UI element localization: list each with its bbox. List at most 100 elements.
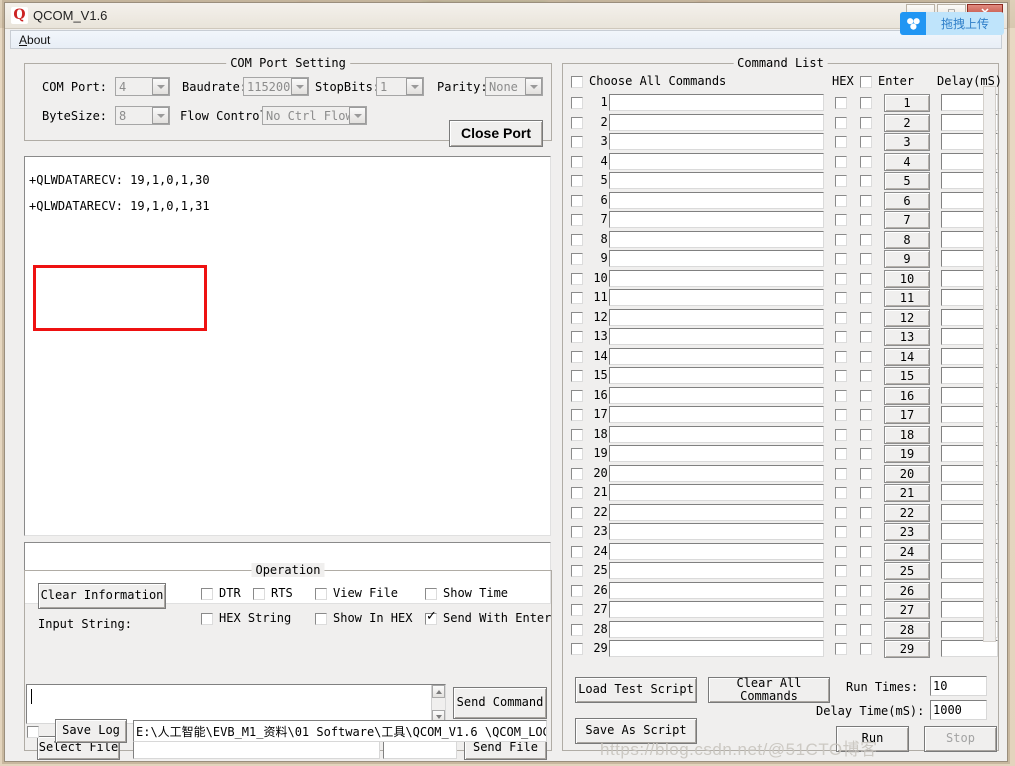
command-send-button[interactable]: 3 [884,133,930,151]
command-input[interactable] [609,94,824,111]
command-hex-checkbox[interactable] [835,233,847,246]
command-select-checkbox[interactable] [571,467,583,480]
command-enter-checkbox[interactable] [860,292,872,304]
command-enter-checkbox[interactable] [860,253,872,265]
command-enter-checkbox[interactable] [860,116,872,129]
command-send-button[interactable]: 9 [884,250,930,268]
command-select-checkbox[interactable] [571,97,583,109]
command-input[interactable] [609,113,824,131]
command-select-checkbox[interactable] [571,136,583,148]
command-input[interactable] [609,269,824,287]
save-log-button[interactable]: Save Log [55,719,127,743]
command-send-button[interactable]: 15 [884,367,930,385]
command-select-checkbox[interactable] [571,389,583,402]
command-hex-checkbox[interactable] [835,604,847,616]
command-enter-checkbox[interactable] [860,214,872,226]
command-hex-checkbox[interactable] [835,584,847,597]
command-input[interactable] [609,445,824,462]
command-enter-checkbox[interactable] [860,389,872,402]
chevron-down-icon[interactable] [406,78,423,95]
command-input[interactable] [609,211,824,228]
show-in-hex-checkbox[interactable] [315,613,327,625]
command-send-button[interactable]: 28 [884,620,930,639]
command-select-checkbox[interactable] [571,175,583,187]
flow-control-select[interactable]: No Ctrl Flow [262,106,367,125]
command-send-button[interactable]: 4 [884,152,930,171]
bytesize-select[interactable]: 8 [115,106,170,125]
input-string-scrollbar[interactable] [431,685,445,723]
command-input[interactable] [609,523,824,540]
command-select-checkbox[interactable] [571,506,583,519]
command-enter-checkbox[interactable] [860,487,872,499]
command-enter-checkbox[interactable] [860,155,872,168]
hex-string-checkbox[interactable] [201,613,213,625]
command-input[interactable] [609,308,824,326]
command-hex-checkbox[interactable] [835,389,847,402]
command-send-button[interactable]: 8 [884,230,930,249]
command-input[interactable] [609,172,824,189]
command-enter-checkbox[interactable] [860,409,872,421]
save-log-checkbox[interactable] [27,726,39,738]
baudrate-select[interactable]: 115200 [243,77,309,96]
command-enter-checkbox[interactable] [860,97,872,109]
command-send-button[interactable]: 7 [884,211,930,229]
command-select-checkbox[interactable] [571,409,583,421]
log-path-field[interactable]: E:\人工智能\EVB_M1_资料\01 Software\工具\QCOM_V1… [133,720,547,742]
command-select-checkbox[interactable] [571,428,583,441]
command-select-checkbox[interactable] [571,545,583,558]
command-input[interactable] [609,503,824,521]
command-send-button[interactable]: 17 [884,406,930,424]
command-select-checkbox[interactable] [571,214,583,226]
stopbits-select[interactable]: 1 [376,77,424,96]
command-enter-checkbox[interactable] [860,526,872,538]
load-test-script-button[interactable]: Load Test Script [575,677,697,703]
command-input[interactable] [609,191,824,209]
command-select-checkbox[interactable] [571,155,583,168]
command-input[interactable] [609,250,824,267]
command-hex-checkbox[interactable] [835,448,847,460]
command-send-button[interactable]: 29 [884,640,930,658]
command-send-button[interactable]: 13 [884,328,930,346]
command-send-button[interactable]: 26 [884,581,930,600]
command-input[interactable] [609,152,824,170]
command-enter-checkbox[interactable] [860,272,872,285]
command-hex-checkbox[interactable] [835,194,847,207]
command-hex-checkbox[interactable] [835,487,847,499]
command-send-button[interactable]: 1 [884,94,930,112]
command-send-button[interactable]: 14 [884,347,930,366]
command-enter-checkbox[interactable] [860,467,872,480]
command-enter-checkbox[interactable] [860,448,872,460]
command-input[interactable] [609,230,824,248]
command-enter-checkbox[interactable] [860,643,872,655]
command-enter-checkbox[interactable] [860,194,872,207]
command-enter-checkbox[interactable] [860,370,872,382]
command-enter-checkbox[interactable] [860,545,872,558]
delay-time-field[interactable]: 1000 [930,700,987,720]
command-enter-checkbox[interactable] [860,565,872,577]
parity-select[interactable]: None [485,77,543,96]
command-hex-checkbox[interactable] [835,565,847,577]
command-hex-checkbox[interactable] [835,623,847,636]
command-select-checkbox[interactable] [571,233,583,246]
chevron-down-icon[interactable] [152,78,169,95]
command-hex-checkbox[interactable] [835,506,847,519]
terminal-output[interactable]: +QLWDATARECV: 19,1,0,1,30 +QLWDATARECV: 1… [24,156,551,536]
chevron-down-icon[interactable] [525,78,542,95]
command-delay-input[interactable] [941,640,998,657]
command-hex-checkbox[interactable] [835,409,847,421]
command-enter-checkbox[interactable] [860,233,872,246]
command-input[interactable] [609,620,824,638]
command-select-checkbox[interactable] [571,350,583,363]
command-input[interactable] [609,562,824,579]
command-hex-checkbox[interactable] [835,350,847,363]
command-select-checkbox[interactable] [571,311,583,324]
command-send-button[interactable]: 19 [884,445,930,463]
command-select-checkbox[interactable] [571,643,583,655]
command-select-checkbox[interactable] [571,448,583,460]
command-select-checkbox[interactable] [571,487,583,499]
command-hex-checkbox[interactable] [835,253,847,265]
command-send-button[interactable]: 22 [884,503,930,522]
command-send-button[interactable]: 11 [884,289,930,307]
command-hex-checkbox[interactable] [835,214,847,226]
scroll-up-icon[interactable] [432,685,445,698]
